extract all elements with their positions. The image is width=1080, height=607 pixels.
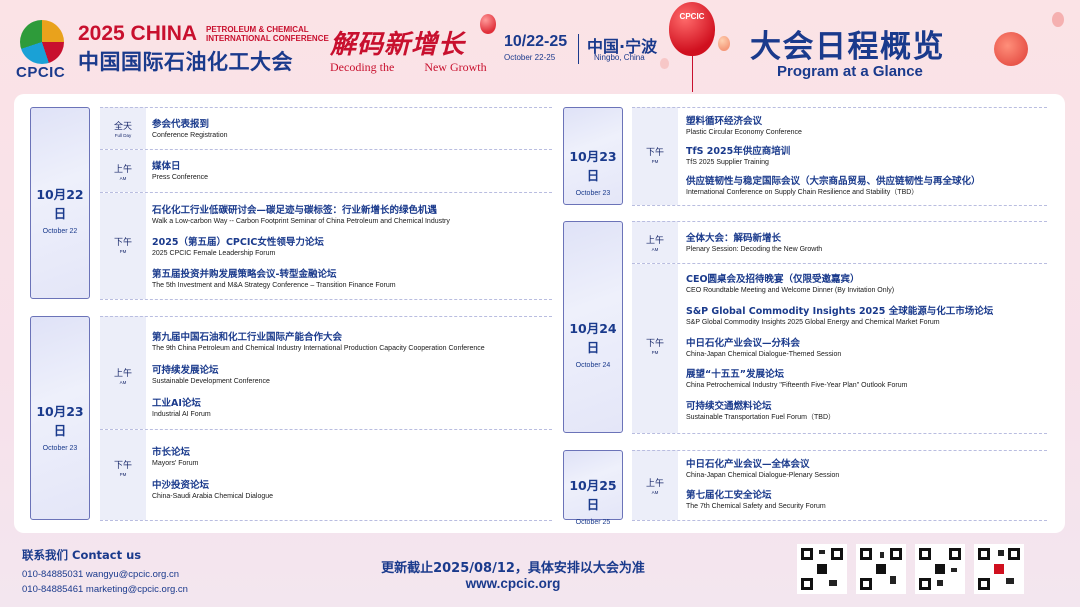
slot-pm: 下午 PM [632, 264, 678, 433]
balloon-icon [660, 58, 669, 69]
divider [632, 520, 1047, 521]
event-item: 可持续交通燃料论坛 Sustainable Transportation Fuel… [686, 401, 836, 421]
city-en: Ningbo, China [594, 53, 645, 62]
event-item: 中沙投资论坛 China-Saudi Arabia Chemical Dialog… [152, 480, 274, 500]
qr-code-icon[interactable] [974, 544, 1024, 594]
slogan-cn: 解码新增长 [330, 30, 466, 60]
event-item: 供应链韧性与稳定国际会议（大宗商品贸易、供应链韧性与再全球化） Internati… [686, 176, 981, 196]
conference-dates: 10/22-25 [504, 33, 568, 50]
contact-line[interactable]: 010-84885031 wangyu@cpcic.org.cn [22, 569, 179, 580]
divider [632, 221, 1047, 222]
date-block-oct24: 10月24日 October 24 [563, 221, 623, 433]
date-block-oct23: 10月23日 October 23 [563, 107, 623, 205]
conference-title-cn: 中国国际石油化工大会 [78, 50, 293, 74]
event-item: 中日石化产业会议—分科会 China-Japan Chemical Dialogu… [686, 338, 842, 358]
qr-code-icon[interactable] [856, 544, 906, 594]
agenda-title-cn: 大会日程概览 [750, 29, 945, 65]
balloon-icon [718, 36, 730, 51]
balloon-string [692, 56, 693, 92]
event-item: 全体大会：解码新增长 Plenary Session: Decoding the … [686, 233, 823, 253]
event-item: 工业AI论坛 Industrial AI Forum [152, 398, 211, 418]
divider [100, 299, 552, 300]
divider [100, 520, 552, 521]
balloon-icon [1052, 12, 1064, 27]
divider [578, 34, 579, 64]
event-item: 展望“十五五”发展论坛 China Petrochemical Industry … [686, 369, 908, 389]
conference-title-year: 2025 CHINA [78, 22, 198, 45]
event-item: CEO圆桌会及招待晚宴（仅限受邀嘉宾） CEO Roundtable Meetin… [686, 274, 895, 294]
divider [100, 149, 552, 150]
header: CPCIC 2025 CHINA PETROLEUM & CHEMICAL IN… [0, 0, 1080, 92]
divider [100, 107, 552, 108]
divider [632, 263, 1047, 264]
cpcic-logo-icon [20, 20, 64, 64]
slot-am: 上午 AM [100, 316, 146, 429]
slot-pm: 下午 PM [632, 107, 678, 205]
cpcic-balloon-icon: CPCIC [669, 2, 715, 56]
logo-text: CPCIC [16, 64, 66, 81]
contact-line[interactable]: 010-84885461 marketing@cpcic.org.cn [22, 584, 188, 595]
divider [100, 192, 552, 193]
event-item: 参会代表报到 Conference Registration [152, 119, 228, 139]
divider [632, 107, 1047, 108]
slot-fullday: 全天 Full Day [100, 107, 146, 149]
event-item: TfS 2025年供应商培训 TfS 2025 Supplier Training [686, 146, 791, 166]
update-notice: 更新截止2025/08/12，具体安排以大会为准 [381, 561, 645, 576]
conference-title-sub: PETROLEUM & CHEMICAL INTERNATIONAL CONFE… [206, 25, 329, 43]
date-block-oct23: 10月23日 October 23 [30, 316, 90, 520]
divider [632, 205, 1047, 206]
event-item: 塑料循环经济会议 Plastic Circular Economy Confere… [686, 116, 802, 136]
date-block-oct22: 10月22日 October 22 [30, 107, 90, 299]
event-item: S&P Global Commodity Insights 2025 全球能源与… [686, 306, 994, 326]
slot-pm: 下午 PM [100, 193, 146, 299]
event-item: 第七届化工安全论坛 The 7th Chemical Safety and Sec… [686, 490, 826, 510]
event-item: 中日石化产业会议—全体会议 China-Japan Chemical Dialog… [686, 459, 840, 479]
slogan-en: Decoding the New Growth [330, 60, 487, 74]
event-item: 2025（第五届）CPCIC女性领导力论坛 2025 CPCIC Female L… [152, 237, 324, 257]
event-item: 石化化工行业低碳研讨会—碳足迹与碳标签：行业新增长的绿色机遇 Walk a Low… [152, 205, 450, 225]
slot-pm: 下午 PM [100, 430, 146, 520]
slot-am: 上午 AM [100, 150, 146, 192]
event-item: 市长论坛 Mayors' Forum [152, 447, 199, 467]
website-link[interactable]: www.cpcic.org [360, 576, 666, 591]
event-item: 第五届投资并购发展策略会议-转型金融论坛 The 5th Investment a… [152, 269, 396, 289]
qr-code-icon[interactable] [797, 544, 847, 594]
divider [632, 433, 1047, 434]
qr-code-icon[interactable] [915, 544, 965, 594]
event-item: 可持续发展论坛 Sustainable Development Conferenc… [152, 365, 270, 385]
slot-am: 上午 AM [632, 221, 678, 263]
slot-am: 上午 AM [632, 450, 678, 520]
divider [100, 429, 552, 430]
divider [100, 316, 552, 317]
divider [632, 450, 1047, 451]
date-block-oct25: 10月25日 October 25 [563, 450, 623, 526]
event-item: 媒体日 Press Conference [152, 161, 209, 181]
conference-dates-en: October 22-25 [504, 53, 556, 62]
balloon-icon [480, 14, 496, 34]
sun-icon [994, 32, 1028, 66]
agenda-title-en: Program at a Glance [777, 63, 923, 80]
contact-title: 联系我们 Contact us [22, 548, 142, 562]
event-item: 第九届中国石油和化工行业国际产能合作大会 The 9th China Petrol… [152, 332, 485, 352]
